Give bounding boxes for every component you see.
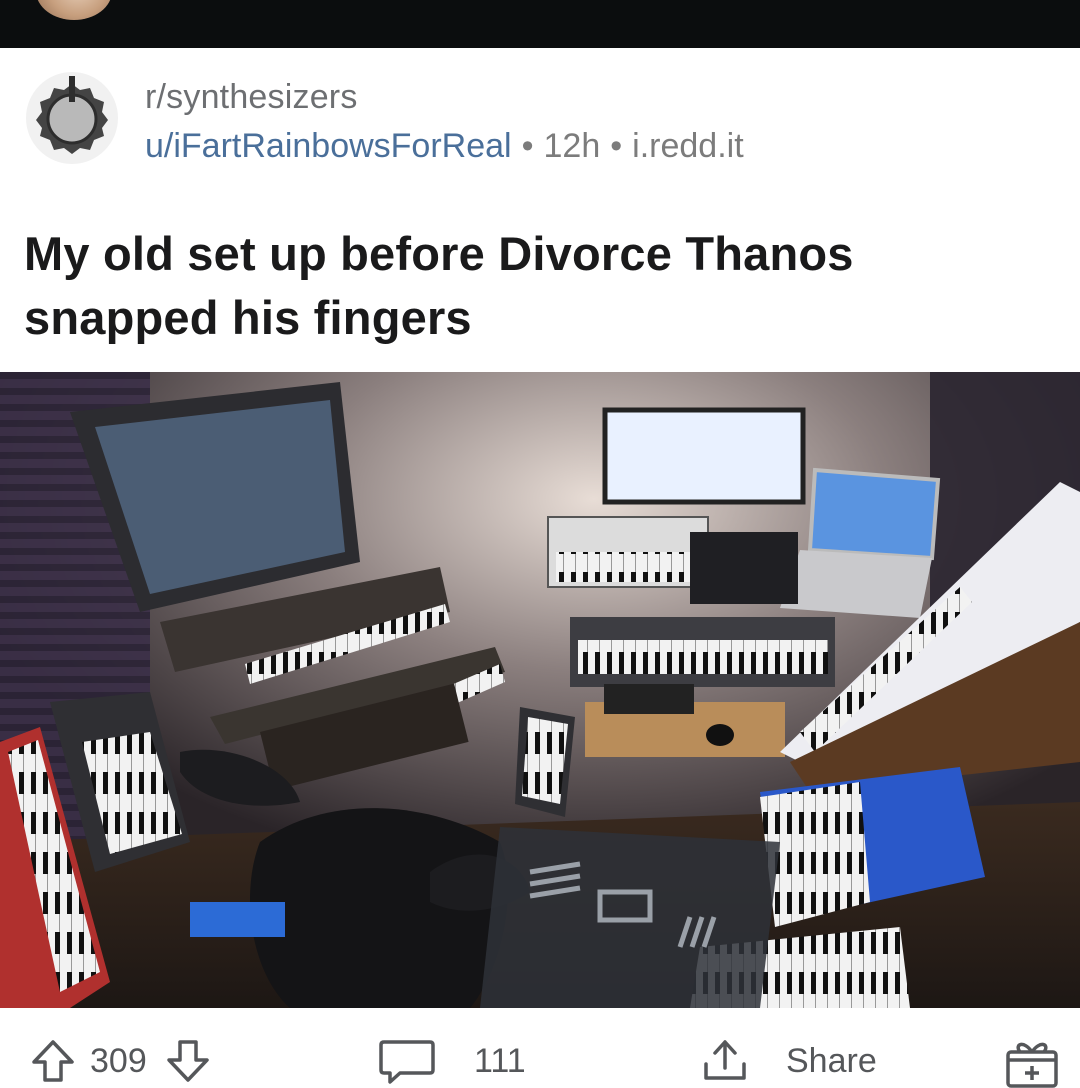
share-label: Share [786,1041,877,1080]
profile-avatar[interactable] [36,0,112,20]
arrow-up-icon[interactable] [30,1038,76,1084]
gift-icon [1002,1038,1062,1088]
meta-separator: • [521,127,534,165]
meta-separator: • [610,127,623,165]
vote-control: 309 [30,1038,211,1084]
subreddit-link[interactable]: r/synthesizers [145,78,358,117]
post-domain[interactable]: i.redd.it [632,127,744,165]
comment-bubble-icon [378,1038,436,1084]
arrow-down-icon[interactable] [165,1038,211,1084]
comment-count: 111 [474,1041,526,1080]
comments-button[interactable]: 111 [378,1038,526,1084]
app-top-bar [0,0,1080,48]
share-button[interactable]: Share [700,1038,877,1084]
post-age: 12h [543,127,601,165]
synth-knob-icon[interactable] [24,70,120,166]
award-button[interactable] [1002,1038,1062,1088]
post-meta: u/iFartRainbowsForReal • 12h • i.redd.it [145,127,744,166]
post-title[interactable]: My old set up before Divorce Thanos snap… [24,222,1054,350]
share-icon [700,1038,750,1084]
post-image[interactable] [0,372,1080,1008]
upvote-count: 309 [90,1041,147,1080]
post-actions-bar: 309 111 Share [0,1008,1080,1088]
author-link[interactable]: u/iFartRainbowsForReal [145,127,512,165]
